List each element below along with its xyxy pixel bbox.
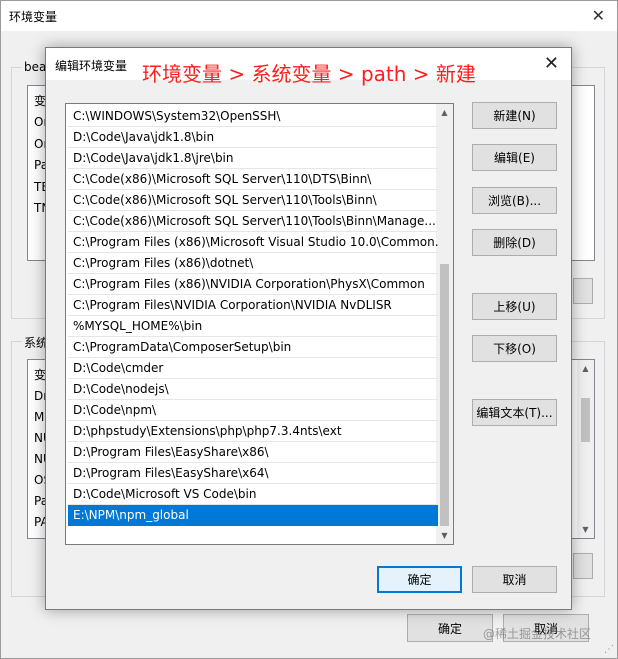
browse-button[interactable]: 浏览(B)... bbox=[472, 187, 557, 214]
path-entry-row[interactable]: D:\Program Files\EasyShare\x86\ bbox=[68, 442, 438, 463]
path-entry-row[interactable]: D:\Code\npm\ bbox=[68, 400, 438, 421]
system-list-scrollbar[interactable]: ▲ ▼ bbox=[577, 360, 594, 538]
path-entry-row[interactable]: C:\Program Files (x86)\dotnet\ bbox=[68, 253, 438, 274]
path-entry-row[interactable]: C:\ProgramData\ComposerSetup\bin bbox=[68, 337, 438, 358]
path-entry-row[interactable]: E:\NPM\npm_global bbox=[68, 505, 438, 526]
dialog-titlebar: 编辑环境变量 环境变量 > 系统变量 > path > 新建 ✕ bbox=[46, 48, 571, 86]
path-entry-row[interactable]: D:\Code\nodejs\ bbox=[68, 379, 438, 400]
dialog-title: 编辑环境变量 bbox=[55, 59, 128, 73]
parent-window-title: 环境变量 bbox=[9, 10, 58, 24]
resize-grip-icon[interactable]: ⋰ bbox=[604, 644, 614, 655]
scroll-up-icon[interactable]: ▲ bbox=[577, 360, 594, 377]
delete-button[interactable]: 删除(D) bbox=[472, 229, 557, 256]
path-entry-row[interactable]: C:\Code(x86)\Microsoft SQL Server\110\To… bbox=[68, 190, 438, 211]
scroll-down-icon[interactable]: ▼ bbox=[577, 521, 594, 538]
watermark: @稀土掘金技术社区 bbox=[483, 627, 592, 641]
path-entry-row[interactable]: D:\phpstudy\Extensions\php\php7.3.4nts\e… bbox=[68, 421, 438, 442]
path-entry-row[interactable]: C:\Program Files\NVIDIA Corporation\NVID… bbox=[68, 295, 438, 316]
cancel-button[interactable]: 取消 bbox=[472, 566, 557, 593]
path-entry-row[interactable]: %MYSQL_HOME%\bin bbox=[68, 316, 438, 337]
dialog-close-icon[interactable]: ✕ bbox=[544, 53, 559, 74]
scroll-down-icon[interactable]: ▼ bbox=[436, 527, 453, 544]
parent-ok-button[interactable]: 确定 bbox=[407, 614, 493, 642]
path-entry-row[interactable]: C:\Program Files (x86)\NVIDIA Corporatio… bbox=[68, 274, 438, 295]
edit-environment-variable-dialog: 编辑环境变量 环境变量 > 系统变量 > path > 新建 ✕ ▲ ▼ C:\… bbox=[45, 47, 572, 610]
path-entry-row[interactable]: C:\Code(x86)\Microsoft SQL Server\110\To… bbox=[68, 211, 438, 232]
scroll-thumb[interactable] bbox=[440, 264, 449, 526]
path-entry-row[interactable]: C:\Program Files (x86)\Microsoft Visual … bbox=[68, 232, 438, 253]
path-list-scrollbar[interactable]: ▲ ▼ bbox=[436, 104, 453, 544]
new-button[interactable]: 新建(N) bbox=[472, 102, 557, 129]
parent-close-icon[interactable]: ✕ bbox=[592, 6, 605, 25]
path-entry-row[interactable]: D:\Program Files\EasyShare\x64\ bbox=[68, 463, 438, 484]
path-entry-row[interactable]: D:\Code\Microsoft VS Code\bin bbox=[68, 484, 438, 505]
parent-titlebar: 环境变量 ✕ bbox=[1, 1, 617, 31]
path-entry-row[interactable]: C:\WINDOWS\System32\OpenSSH\ bbox=[68, 106, 438, 127]
user-delete-button[interactable] bbox=[573, 278, 593, 304]
path-entry-row[interactable]: D:\Code\Java\jdk1.8\jre\bin bbox=[68, 148, 438, 169]
edit-text-button[interactable]: 编辑文本(T)... bbox=[472, 399, 557, 426]
move-down-button[interactable]: 下移(O) bbox=[472, 335, 557, 362]
path-entry-row[interactable]: D:\Code\cmder bbox=[68, 358, 438, 379]
path-entries-list[interactable]: ▲ ▼ C:\WINDOWS\System32\OpenSSH\ D:\Code\… bbox=[65, 103, 454, 545]
annotation-text: 环境变量 > 系统变量 > path > 新建 bbox=[142, 62, 476, 86]
list-item[interactable]: M bbox=[34, 410, 44, 424]
scroll-up-icon[interactable]: ▲ bbox=[436, 104, 453, 121]
path-entry-row[interactable]: D:\Code\Java\jdk1.8\bin bbox=[68, 127, 438, 148]
scroll-thumb[interactable] bbox=[581, 398, 590, 442]
move-up-button[interactable]: 上移(U) bbox=[472, 293, 557, 320]
edit-button[interactable]: 编辑(E) bbox=[472, 144, 557, 171]
path-entry-row[interactable]: C:\Code(x86)\Microsoft SQL Server\110\DT… bbox=[68, 169, 438, 190]
system-delete-button[interactable] bbox=[573, 553, 593, 579]
ok-button[interactable]: 确定 bbox=[377, 566, 462, 593]
